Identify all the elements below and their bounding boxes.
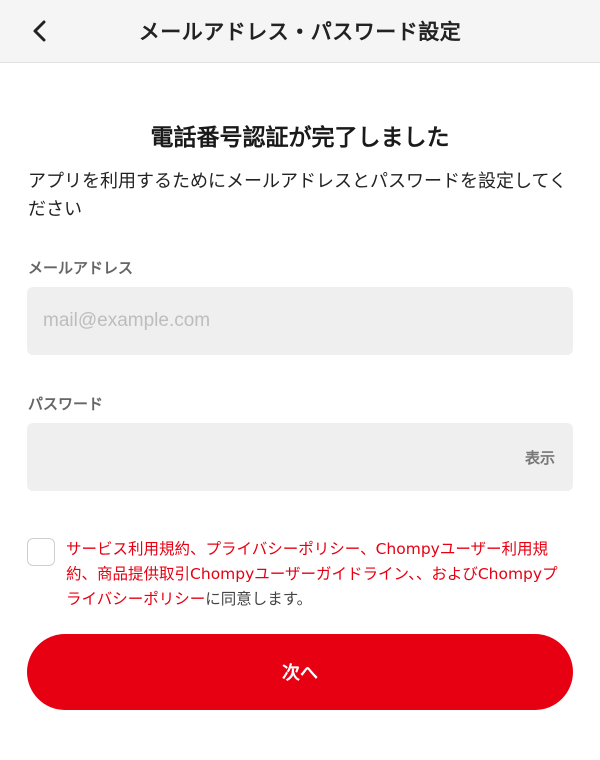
back-button[interactable] <box>22 15 58 47</box>
terms-separator: 、 <box>190 540 206 558</box>
password-field[interactable] <box>27 423 573 491</box>
next-button-label: 次へ <box>282 663 318 684</box>
terms-link-service[interactable]: サービス利用規約 <box>66 540 190 558</box>
terms-separator: 、 <box>81 565 98 583</box>
terms-separator: 、、および <box>408 565 478 583</box>
terms-separator: 、 <box>360 540 376 558</box>
password-label: パスワード <box>28 395 104 413</box>
email-field[interactable] <box>27 287 573 355</box>
terms-text: サービス利用規約、プライバシーポリシー、Chompyユーザー利用規約、商品提供取… <box>66 537 571 612</box>
show-password-button[interactable]: 表示 <box>512 446 568 470</box>
lead-text: アプリを利用するためにメールアドレスとパスワードを設定してください <box>28 171 567 220</box>
email-label: メールアドレス <box>28 259 134 277</box>
next-button[interactable]: 次へ <box>27 634 573 710</box>
terms-link-guideline[interactable]: Chompyユーザーガイドライン <box>190 565 408 583</box>
terms-checkbox[interactable] <box>27 538 55 566</box>
terms-suffix: に同意します。 <box>205 590 313 608</box>
terms-link-privacy[interactable]: プライバシーポリシー <box>206 540 361 558</box>
app-header: メールアドレス・パスワード設定 <box>0 0 600 63</box>
header-title: メールアドレス・パスワード設定 <box>138 20 462 44</box>
chevron-left-icon <box>33 20 46 42</box>
page-title: 電話番号認証が完了しました <box>150 125 450 151</box>
terms-link-commerce[interactable]: 商品提供取引 <box>97 565 190 583</box>
